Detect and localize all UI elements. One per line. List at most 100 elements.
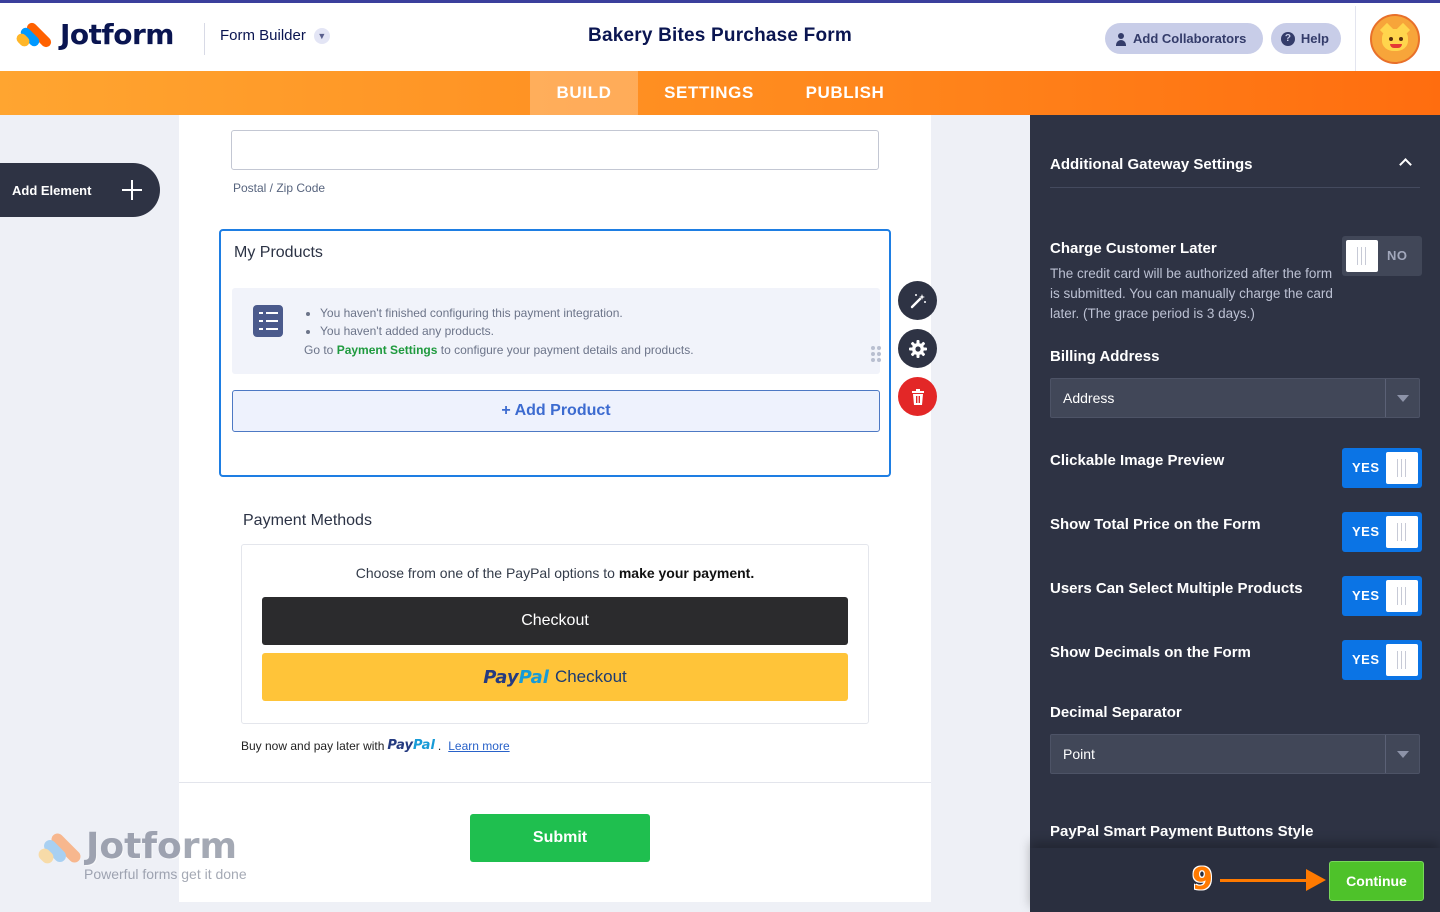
tab-build[interactable]: BUILD (530, 71, 638, 115)
toggle-label: YES (1352, 588, 1380, 603)
tab-bar: BUILD SETTINGS PUBLISH (0, 71, 1440, 115)
show-decimals-title: Show Decimals on the Form (1050, 644, 1251, 661)
payment-config-notice: You haven't finished configuring this pa… (232, 288, 881, 374)
panel-footer: 9 Continue (1030, 848, 1440, 912)
decimal-separator-select[interactable]: Point (1050, 734, 1420, 774)
notice-item: You haven't finished configuring this pa… (320, 304, 623, 322)
add-product-button[interactable]: + Add Product (232, 390, 880, 432)
tab-publish[interactable]: PUBLISH (790, 71, 900, 115)
checklist-icon (253, 305, 283, 337)
help-button[interactable]: ? Help (1271, 23, 1341, 54)
notice-goto: Go to Payment Settings to configure your… (304, 343, 694, 357)
top-header: Jotform Form Builder ▼ Bakery Bites Purc… (0, 0, 1440, 74)
form-builder-dropdown[interactable]: Form Builder ▼ (220, 27, 330, 44)
show-total-price-toggle[interactable]: YES (1342, 512, 1422, 552)
pay-later-text: Buy now and pay later with (241, 738, 385, 753)
add-element-label: Add Element (12, 182, 92, 198)
pm-desc-bold: make your payment. (618, 565, 755, 581)
submit-button[interactable]: Submit (470, 814, 650, 862)
paypal-small-pal: Pal (412, 738, 435, 753)
pay-later-message: Buy now and pay later with PayPal. Learn… (241, 738, 510, 753)
add-collaborators-label: Add Collaborators (1133, 31, 1247, 46)
add-element-button[interactable]: Add Element (0, 163, 160, 217)
question-icon: ? (1281, 31, 1295, 46)
paypal-checkout-label: Checkout (554, 667, 627, 686)
tab-settings[interactable]: SETTINGS (646, 71, 772, 115)
avatar[interactable] (1370, 14, 1420, 64)
payment-methods-title: Payment Methods (243, 512, 372, 529)
multiple-products-toggle[interactable]: YES (1342, 576, 1422, 616)
charge-later-desc: The credit card will be authorized after… (1050, 266, 1333, 321)
step-number-annotation: 9 (1192, 862, 1213, 897)
paypal-logo: PayPal (483, 667, 549, 688)
show-total-price-title: Show Total Price on the Form (1050, 516, 1261, 533)
watermark-logo-icon (36, 830, 83, 870)
show-decimals-toggle[interactable]: YES (1342, 640, 1422, 680)
header-divider-right (1355, 6, 1356, 74)
add-collaborators-button[interactable]: Add Collaborators (1105, 23, 1263, 54)
panel-divider (1050, 187, 1420, 188)
billing-address-title: Billing Address (1050, 348, 1160, 365)
charge-later-toggle[interactable]: NO (1342, 236, 1422, 276)
continue-button[interactable]: Continue (1329, 861, 1424, 901)
toggle-label: YES (1352, 652, 1380, 667)
jotform-logo[interactable]: Jotform (14, 18, 174, 51)
watermark-brand: Jotform (86, 826, 237, 867)
gear-icon (908, 339, 927, 358)
smart-buttons-style-title: PayPal Smart Payment Buttons Style (1050, 823, 1314, 840)
decimal-separator-value: Point (1063, 746, 1095, 762)
decimal-separator-title: Decimal Separator (1050, 704, 1182, 721)
my-products-field[interactable]: My Products You haven't finished configu… (219, 229, 891, 477)
checkout-button[interactable]: Checkout (262, 597, 848, 645)
toggle-label: YES (1352, 524, 1380, 539)
delete-field-button[interactable] (898, 377, 937, 416)
clickable-image-preview-toggle[interactable]: YES (1342, 448, 1422, 488)
form-title[interactable]: Bakery Bites Purchase Form (520, 25, 920, 47)
notice-list: You haven't finished configuring this pa… (304, 304, 623, 340)
plus-icon (122, 180, 142, 200)
chevron-down-icon: ▼ (313, 27, 330, 44)
payment-settings-link[interactable]: Payment Settings (337, 343, 438, 357)
magic-wand-icon (910, 293, 926, 308)
field-settings-button[interactable] (898, 329, 937, 368)
clickable-image-preview-title: Clickable Image Preview (1050, 452, 1225, 469)
panel-section-title: Additional Gateway Settings (1050, 156, 1253, 173)
pay-later-dot: . (437, 738, 442, 753)
drag-handle-icon[interactable] (871, 346, 881, 362)
chevron-up-icon[interactable] (1397, 154, 1413, 170)
header-divider (204, 23, 205, 55)
postal-code-input[interactable] (231, 130, 879, 170)
arrow-head-icon (1306, 869, 1326, 891)
postal-code-label: Postal / Zip Code (233, 181, 326, 195)
payment-methods-box: Choose from one of the PayPal options to… (241, 544, 869, 724)
chevron-down-icon (1385, 379, 1419, 417)
magic-wand-button[interactable] (898, 281, 937, 320)
goto-prefix: Go to (304, 343, 334, 357)
billing-address-value: Address (1063, 390, 1115, 406)
help-label: Help (1300, 31, 1329, 46)
billing-address-select[interactable]: Address (1050, 378, 1420, 418)
paypal-logo-pay: Pay (483, 666, 519, 688)
watermark-tagline: Powerful forms get it done (84, 866, 247, 882)
products-title: My Products (234, 244, 323, 261)
user-icon (1115, 32, 1127, 46)
goto-suffix: to configure your payment details and pr… (440, 343, 694, 357)
paypal-small-logo: PayPal (387, 738, 434, 753)
jotform-logo-icon (14, 19, 54, 51)
logo-text: Jotform (60, 18, 174, 51)
gateway-settings-panel: Additional Gateway Settings Charge Custo… (1030, 115, 1440, 912)
notice-item: You haven't added any products. (320, 322, 623, 340)
form-canvas: Postal / Zip Code My Products You haven'… (179, 115, 937, 902)
payment-methods-desc: Choose from one of the PayPal options to… (242, 565, 868, 581)
charge-later-title: Charge Customer Later (1050, 240, 1217, 257)
pm-desc-text: Choose from one of the PayPal options to (355, 565, 615, 581)
trash-icon (911, 388, 924, 405)
form-builder-label: Form Builder (220, 27, 306, 44)
paypal-small-pay: Pay (387, 738, 413, 753)
learn-more-link[interactable]: Learn more (448, 739, 509, 753)
arrow-right-icon (1220, 879, 1308, 882)
canvas-divider (179, 782, 931, 783)
toggle-label: YES (1352, 460, 1380, 475)
paypal-checkout-button[interactable]: PayPal Checkout (262, 653, 848, 701)
paypal-logo-pal: Pal (518, 666, 549, 688)
